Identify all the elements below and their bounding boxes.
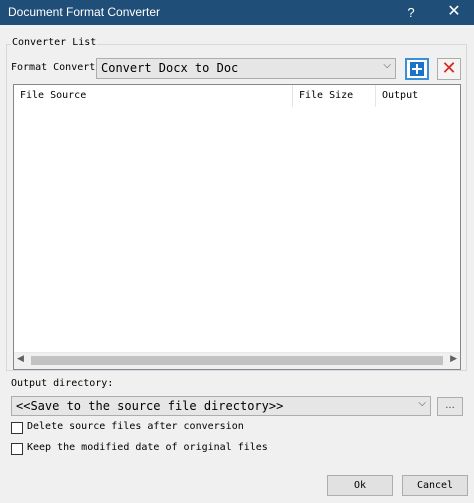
output-directory-value: <<Save to the source file directory>> (16, 399, 284, 413)
output-directory-dropdown[interactable]: <<Save to the source file directory>> ⌵ (11, 396, 431, 416)
window-title: Document Format Converter (8, 5, 161, 19)
column-header-file-source[interactable]: File Source (14, 85, 293, 107)
browse-button[interactable]: ... (437, 397, 463, 416)
delete-files-button[interactable]: ✕ (437, 58, 461, 80)
chevron-down-icon: ⌵ (418, 398, 426, 409)
dialog-footer: Ok Cancel (0, 470, 474, 503)
horizontal-scrollbar[interactable]: ◀ ▶ (14, 352, 460, 369)
converter-list-label: Converter List (11, 37, 98, 48)
column-header-output[interactable]: Output (376, 85, 460, 107)
close-button[interactable]: ✕ (434, 0, 474, 25)
scroll-left-icon[interactable]: ◀ (17, 354, 24, 364)
ok-button[interactable]: Ok (327, 475, 393, 496)
scroll-right-icon[interactable]: ▶ (450, 354, 457, 364)
chevron-down-icon: ⌵ (383, 60, 391, 71)
format-convert-dropdown[interactable]: Convert Docx to Doc ⌵ (96, 58, 396, 79)
add-files-button[interactable] (405, 58, 429, 80)
column-header-file-size[interactable]: File Size (293, 85, 376, 107)
keep-date-label[interactable]: Keep the modified date of original files (27, 442, 268, 453)
delete-source-checkbox[interactable] (11, 422, 23, 434)
x-icon: ✕ (441, 58, 457, 79)
title-bar: Document Format Converter ? ✕ (0, 0, 474, 25)
browse-button-label: ... (445, 400, 455, 411)
file-list[interactable]: File Source File Size Output ◀ ▶ (13, 84, 461, 370)
keep-date-checkbox[interactable] (11, 443, 23, 455)
help-button[interactable]: ? (400, 0, 422, 25)
plus-icon (410, 62, 424, 76)
delete-source-label[interactable]: Delete source files after conversion (27, 421, 244, 432)
scrollbar-thumb[interactable] (31, 356, 443, 365)
output-directory-label: Output directory: (11, 378, 114, 389)
cancel-button[interactable]: Cancel (402, 475, 468, 496)
format-convert-value: Convert Docx to Doc (101, 61, 239, 75)
format-convert-label: Format Convert (11, 62, 96, 73)
